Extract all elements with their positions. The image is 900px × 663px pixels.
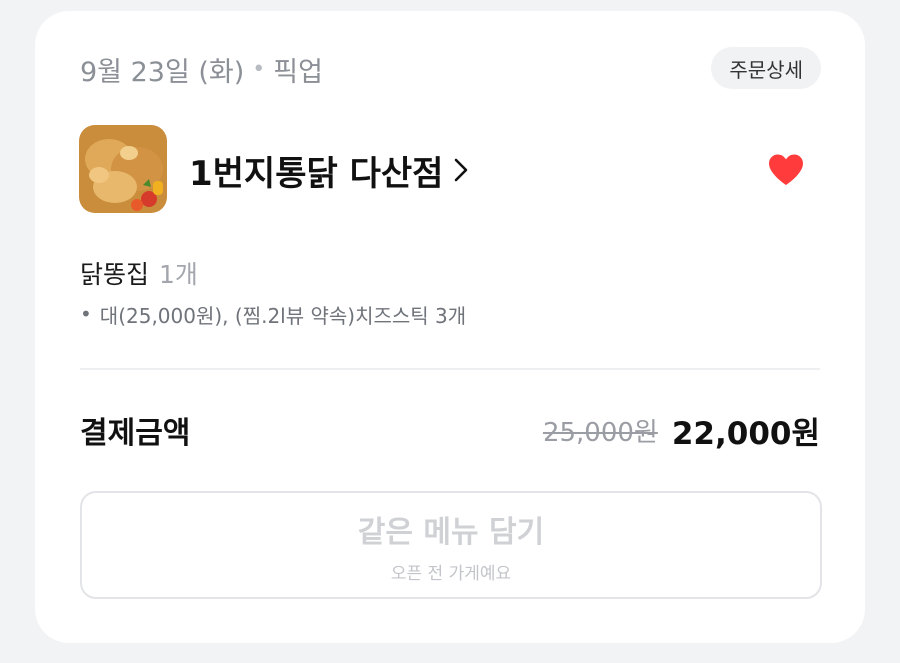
menu-quantity: 1개: [159, 260, 198, 289]
store-name: 1번지통닭 다산점: [189, 153, 444, 194]
menu-option-text: 대(25,000원), (찜.2l뷰 약속)치즈스틱 3개: [99, 303, 467, 328]
order-type: 픽업: [273, 56, 323, 88]
option-bullet: •: [80, 302, 92, 326]
menu-name: 닭똥집: [80, 260, 150, 289]
reorder-button-label: 같은 메뉴 담기: [357, 514, 545, 550]
order-card: 9월 23일 (화) • 픽업 주문상세 1번지통닭 다산점 닭똥집 1개 • …: [35, 11, 865, 643]
menu-item: 닭똥집 1개: [80, 255, 198, 291]
payment-label: 결제금액: [80, 416, 191, 451]
original-price: 25,000원: [542, 417, 658, 448]
store-thumbnail[interactable]: [79, 125, 167, 213]
favorite-heart-icon[interactable]: [767, 153, 805, 187]
menu-options: • 대(25,000원), (찜.2l뷰 약속)치즈스틱 3개: [80, 299, 466, 329]
order-detail-button[interactable]: 주문상세: [711, 47, 821, 89]
payment-amount: 25,000원 22,000원: [543, 408, 820, 452]
reorder-button[interactable]: 같은 메뉴 담기 오픈 전 가게예요: [80, 491, 822, 599]
chevron-right-icon: [453, 157, 469, 183]
divider: [80, 368, 820, 370]
order-meta: 9월 23일 (화) • 픽업: [80, 51, 323, 88]
store-name-link[interactable]: 1번지통닭 다산점: [189, 145, 469, 195]
order-date: 9월 23일 (화): [80, 56, 245, 88]
final-price: 22,000원: [671, 415, 820, 452]
meta-separator: •: [252, 56, 266, 82]
reorder-button-sublabel: 오픈 전 가게예요: [390, 563, 512, 584]
fried-chicken-photo-icon: [79, 125, 167, 213]
